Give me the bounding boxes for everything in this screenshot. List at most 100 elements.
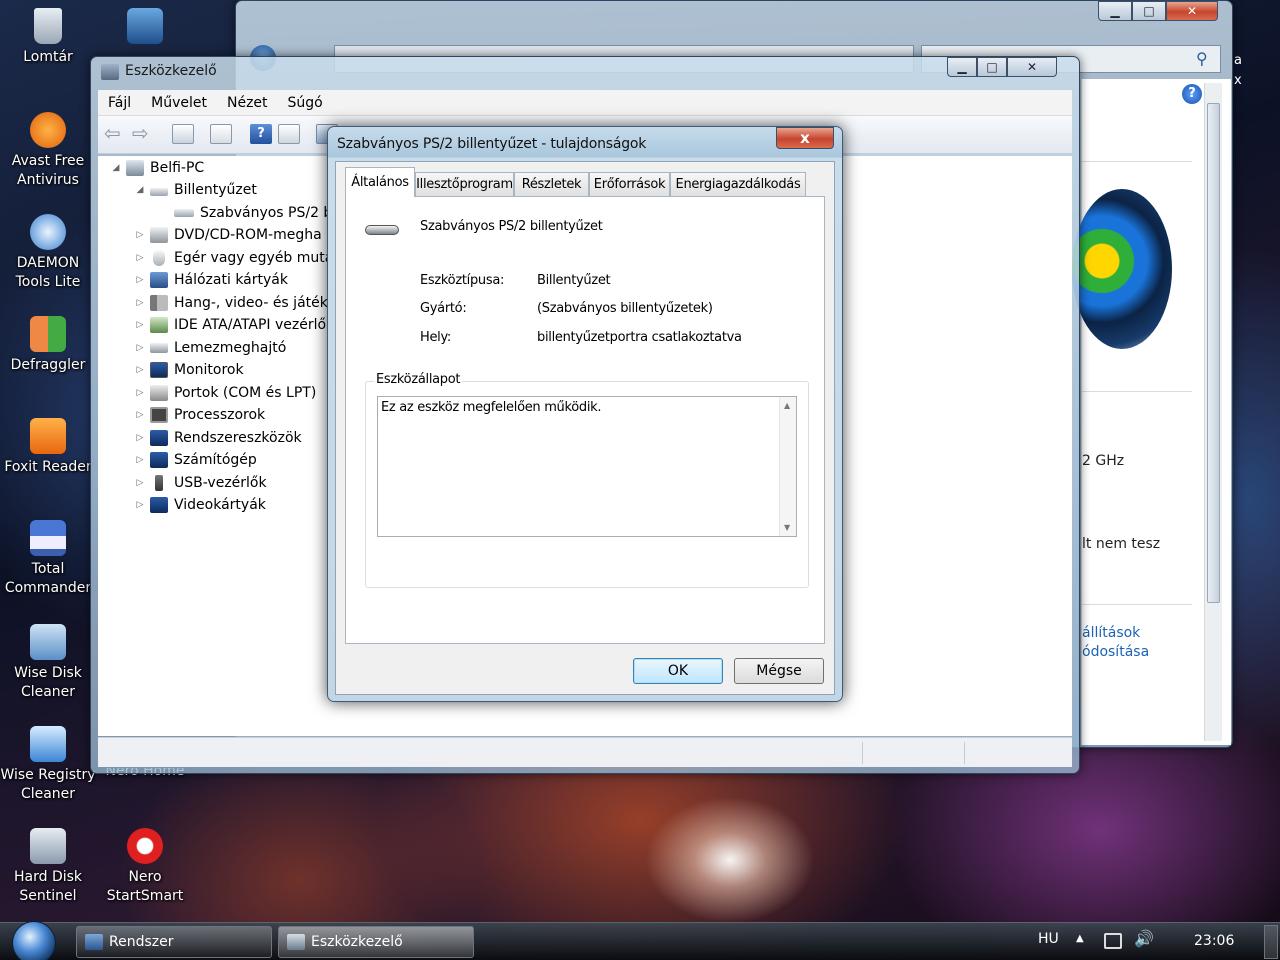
show-hidden-icons-icon[interactable]: ▲ <box>1076 933 1084 944</box>
change-link[interactable]: ódosítása <box>1082 644 1149 660</box>
forward-arrow-icon[interactable]: ⇨ <box>132 123 154 144</box>
back-arrow-icon[interactable]: ⇦ <box>104 123 126 144</box>
maximize-button[interactable]: □ <box>977 57 1007 77</box>
desktop-icon-wise-disk[interactable]: Wise Disk Cleaner <box>0 624 96 702</box>
taskbar-button-device-manager[interactable]: Eszközkezelő <box>278 926 474 958</box>
expand-arrow-icon[interactable]: ▷ <box>134 365 146 375</box>
expand-arrow-icon[interactable]: ▷ <box>134 478 146 488</box>
expand-arrow-icon[interactable]: ▷ <box>134 253 146 263</box>
tree-node-usb[interactable]: ▷ USB-vezérlők <box>134 472 267 494</box>
cancel-button[interactable]: Mégse <box>734 658 824 684</box>
show-hide-tree-icon[interactable] <box>172 124 194 144</box>
help-icon[interactable]: ? <box>1182 84 1202 104</box>
desktop-icon-label: Total Commander <box>4 561 92 596</box>
tree-label: Processzorok <box>174 407 266 423</box>
expand-arrow-icon[interactable]: ▷ <box>134 320 146 330</box>
expand-arrow-icon[interactable]: ▷ <box>134 410 146 420</box>
help-icon[interactable]: ? <box>250 124 272 144</box>
tree-label: DVD/CD-ROM-megha <box>174 227 322 243</box>
minimize-button[interactable]: ▁ <box>947 57 977 77</box>
show-desktop-button[interactable] <box>1264 925 1278 959</box>
tree-node-network[interactable]: ▷ Hálózati kártyák <box>134 269 288 291</box>
minimize-button[interactable]: ▁ <box>1098 1 1132 21</box>
tree-node-mouse[interactable]: ▷ Egér vagy egyéb muta <box>134 247 333 269</box>
vertical-scrollbar[interactable] <box>1204 83 1222 741</box>
expand-arrow-icon[interactable]: ▷ <box>134 500 146 510</box>
tab-driver[interactable]: Illesztőprogram <box>415 172 514 196</box>
start-button[interactable] <box>12 921 56 960</box>
desktop-icon-avast[interactable]: Avast Free Antivirus <box>0 112 96 190</box>
language-indicator[interactable]: HU <box>1038 931 1059 947</box>
tree-node-dvd[interactable]: ▷ DVD/CD-ROM-megha <box>134 224 322 246</box>
tree-node-ports[interactable]: ▷ Portok (COM és LPT) <box>134 382 316 404</box>
divider <box>1082 391 1192 392</box>
tab-resources[interactable]: Erőforrások <box>589 172 670 196</box>
tree-node-disk[interactable]: ▷ Lemezmeghajtó <box>134 337 287 359</box>
expand-arrow-icon[interactable]: ▷ <box>134 433 146 443</box>
system-icon <box>85 934 103 950</box>
speaker-icon <box>150 295 168 311</box>
tree-node-computer-class[interactable]: ▷ Számítógép <box>134 449 257 471</box>
maximize-button[interactable]: □ <box>1132 1 1166 21</box>
window-title: Eszközkezelő <box>125 63 217 79</box>
desktop-icon-nero-startsmart[interactable]: Nero StartSmart <box>97 828 193 906</box>
expand-arrow-icon[interactable]: ▷ <box>134 388 146 398</box>
close-button[interactable]: ✕ <box>1166 1 1218 21</box>
volume-icon[interactable]: 🔊 <box>1134 929 1154 948</box>
desktop-icon-defraggler[interactable]: Defraggler <box>0 316 96 375</box>
ok-button[interactable]: OK <box>633 658 723 684</box>
desktop-icon-hd-sentinel[interactable]: Hard Disk Sentinel <box>0 828 96 906</box>
tree-node-sound[interactable]: ▷ Hang-, video- és játék <box>134 292 328 314</box>
settings-link[interactable]: állítások <box>1082 625 1140 641</box>
expand-arrow-icon[interactable]: ▷ <box>134 455 146 465</box>
collapse-arrow-icon[interactable]: ◢ <box>134 185 146 195</box>
view-icon[interactable] <box>278 124 300 144</box>
expand-arrow-icon[interactable]: ▷ <box>134 343 146 353</box>
desktop-icon-total-commander[interactable]: Total Commander <box>0 520 96 598</box>
menu-help[interactable]: Súgó <box>278 95 333 111</box>
tree-node-processors[interactable]: ▷ Processzorok <box>134 404 265 426</box>
scroll-up-arrow-icon[interactable]: ▲ <box>784 401 790 410</box>
menu-view[interactable]: Nézet <box>217 95 278 111</box>
network-tray-icon[interactable] <box>1104 933 1122 949</box>
clock[interactable]: 23:06 <box>1194 933 1234 949</box>
desktop-icon-kmp[interactable] <box>97 8 193 48</box>
scroll-down-arrow-icon[interactable]: ▼ <box>784 523 790 532</box>
tree-node-computer[interactable]: ◢ Belfi-PC <box>110 157 204 179</box>
tree-label: Videokártyák <box>174 497 266 513</box>
status-scrollbar[interactable]: ▲ ▼ <box>779 397 796 536</box>
keyboard-icon <box>150 188 168 196</box>
tab-power-management[interactable]: Energiagazdálkodás <box>670 172 806 196</box>
close-button[interactable]: x <box>776 127 834 149</box>
collapse-arrow-icon[interactable]: ◢ <box>110 163 122 173</box>
close-button[interactable]: ✕ <box>1007 57 1057 77</box>
device-type-label: Eszköztípusa: <box>420 273 505 288</box>
device-status-legend: Eszközállapot <box>374 372 463 387</box>
tab-details[interactable]: Részletek <box>514 172 589 196</box>
search-icon[interactable]: ⚲ <box>1196 49 1208 68</box>
desktop-icon-daemon-tools[interactable]: DAEMON Tools Lite <box>0 214 96 292</box>
computer-icon <box>126 160 144 176</box>
properties-icon[interactable] <box>210 124 232 144</box>
menu-file[interactable]: Fájl <box>98 95 141 111</box>
desktop-icon-recycle-bin[interactable]: Lomtár <box>0 8 96 67</box>
expand-arrow-icon[interactable]: ▷ <box>134 298 146 308</box>
device-status-textbox[interactable]: Ez az eszköz megfelelően működik. ▲ ▼ <box>377 396 797 537</box>
menu-action[interactable]: Művelet <box>141 95 217 111</box>
properties-dialog[interactable]: Szabványos PS/2 billentyűzet - tulajdons… <box>327 126 843 702</box>
tree-node-system-devices[interactable]: ▷ Rendszereszközök <box>134 427 302 449</box>
manufacturer-value: (Szabványos billentyűzetek) <box>537 301 713 316</box>
expand-arrow-icon[interactable]: ▷ <box>134 230 146 240</box>
tree-node-video[interactable]: ▷ Videokártyák <box>134 494 266 516</box>
tree-node-ps2-keyboard[interactable]: Szabványos PS/2 b <box>174 202 332 224</box>
expand-arrow-icon[interactable]: ▷ <box>134 275 146 285</box>
tree-node-keyboard[interactable]: ◢ Billentyűzet <box>134 179 257 201</box>
desktop-icon-label: Nero StartSmart <box>106 869 184 904</box>
desktop-icon-foxit[interactable]: Foxit Reader <box>0 418 96 477</box>
taskbar-button-system[interactable]: Rendszer <box>76 926 272 958</box>
tab-general[interactable]: Általános <box>345 167 415 197</box>
tree-node-ide[interactable]: ▷ IDE ATA/ATAPI vezérlő <box>134 314 326 336</box>
desktop-icon-wise-registry[interactable]: Wise Registry Cleaner <box>0 726 96 804</box>
scrollbar-thumb[interactable] <box>1207 103 1220 603</box>
tree-node-monitors[interactable]: ▷ Monitorok <box>134 359 244 381</box>
